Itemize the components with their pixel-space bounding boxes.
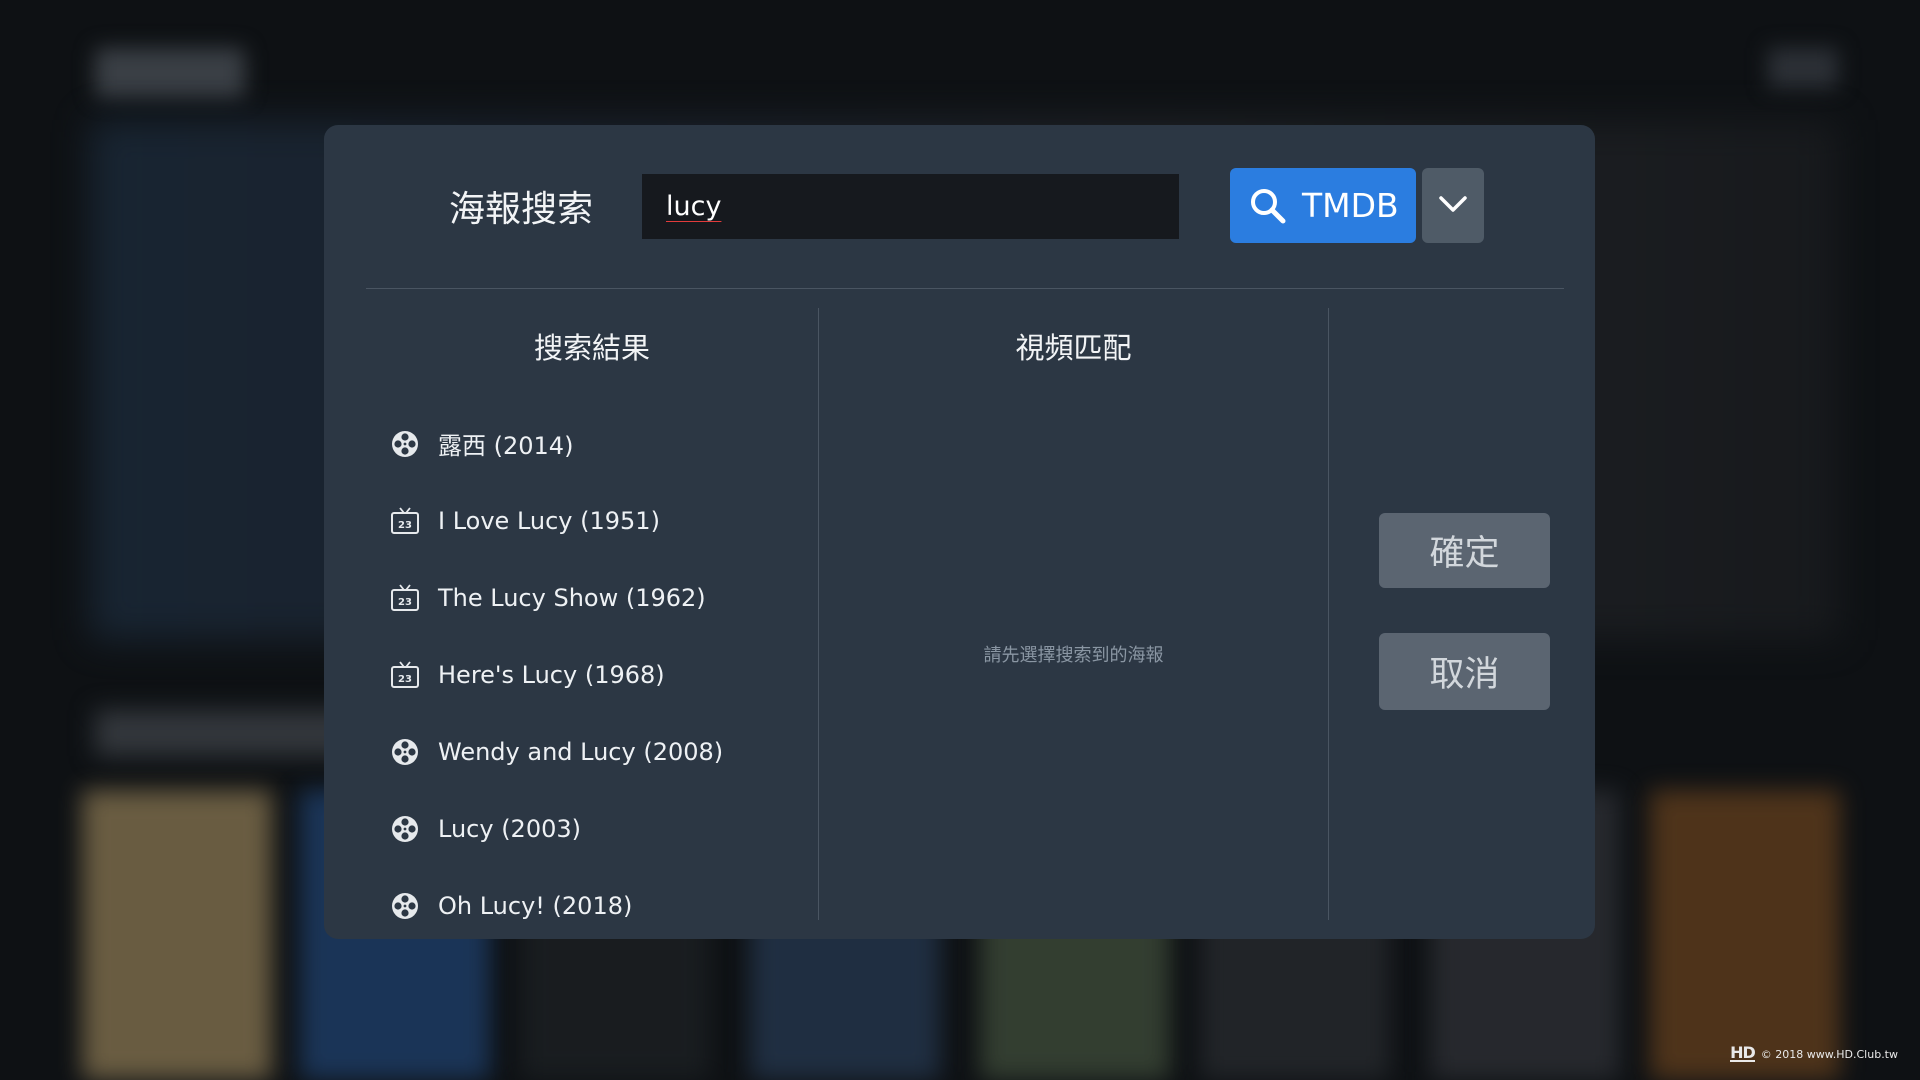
result-title: I Love Lucy (1951) <box>438 506 660 535</box>
header-divider <box>366 288 1564 289</box>
tv-icon: 23 <box>390 506 420 536</box>
match-hint: 請先選擇搜索到的海報 <box>983 645 1164 666</box>
result-title: Oh Lucy! (2018) <box>438 891 633 920</box>
result-item[interactable]: 23 I Love Lucy (1951) <box>390 482 810 559</box>
column-divider <box>1328 308 1329 920</box>
background-poster <box>82 790 272 1080</box>
search-icon <box>1248 186 1288 226</box>
background-row-title <box>95 710 355 756</box>
source-dropdown-button[interactable] <box>1422 168 1484 243</box>
column-divider <box>818 308 819 920</box>
search-source-button[interactable]: TMDB <box>1230 168 1416 243</box>
result-item[interactable]: 23 Here's Lucy (1968) <box>390 636 810 713</box>
results-heading: 搜索結果 <box>533 331 650 365</box>
dialog-title: 海報搜索 <box>449 189 594 230</box>
background-title <box>95 48 245 98</box>
tv-icon: 23 <box>390 583 420 613</box>
result-item[interactable]: Wendy and Lucy (2008) <box>390 713 810 790</box>
result-item[interactable]: Oh Lucy! (2018) <box>390 867 810 939</box>
search-source-label: TMDB <box>1302 186 1399 225</box>
result-item[interactable]: Lucy (2003) <box>390 790 810 867</box>
search-input[interactable] <box>642 174 1179 239</box>
svg-text:23: 23 <box>398 674 412 685</box>
background-button <box>1768 48 1838 88</box>
film-reel-icon <box>390 737 420 767</box>
tv-icon: 23 <box>390 660 420 690</box>
result-title: The Lucy Show (1962) <box>438 583 706 612</box>
film-reel-icon <box>390 891 420 921</box>
watermark-text: © 2018 www.HD.Club.tw <box>1760 1047 1898 1061</box>
result-title: Here's Lucy (1968) <box>438 660 665 689</box>
chevron-down-icon <box>1438 194 1468 218</box>
result-title: Wendy and Lucy (2008) <box>438 737 724 766</box>
results-list: 露西 (2014) 23 I Love Lucy (1951) 23 The L… <box>390 405 810 939</box>
confirm-button[interactable]: 確定 <box>1379 513 1550 588</box>
result-title: Lucy (2003) <box>438 814 581 843</box>
poster-search-dialog: 海報搜索 TMDB 搜索結果 視頻匹配 露西 (2014) <box>324 125 1595 939</box>
background-poster <box>1650 790 1840 1080</box>
watermark: HD © 2018 www.HD.Club.tw <box>1730 1043 1898 1062</box>
cancel-button[interactable]: 取消 <box>1379 633 1550 710</box>
result-item[interactable]: 露西 (2014) <box>390 405 810 482</box>
result-item[interactable]: 23 The Lucy Show (1962) <box>390 559 810 636</box>
result-title: 露西 (2014) <box>438 432 574 460</box>
film-reel-icon <box>390 814 420 844</box>
svg-text:23: 23 <box>398 597 412 608</box>
svg-text:23: 23 <box>398 520 412 531</box>
match-heading: 視頻匹配 <box>1015 331 1132 365</box>
watermark-logo: HD <box>1730 1043 1756 1062</box>
film-reel-icon <box>390 429 420 459</box>
